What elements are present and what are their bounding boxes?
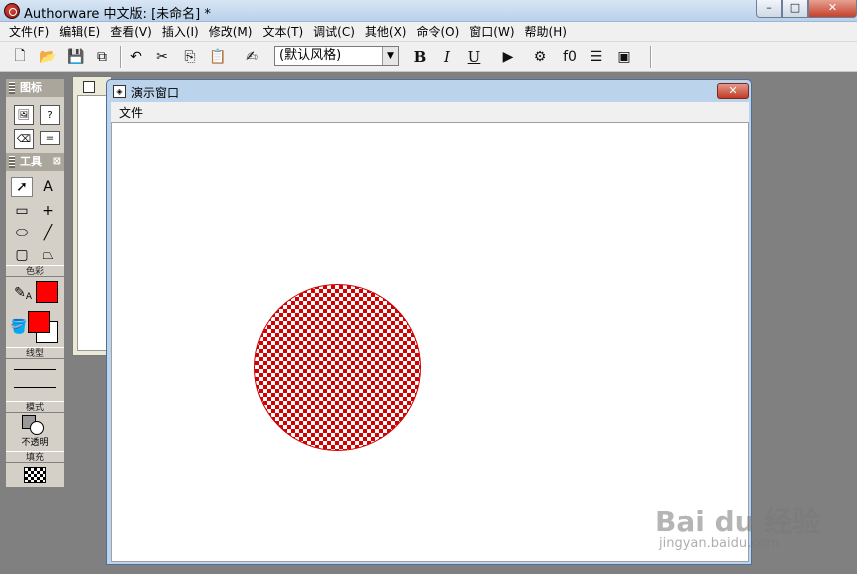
rectangle-tool-icon[interactable]: ▭ (11, 201, 33, 221)
run-icon[interactable]: ▶ (498, 47, 518, 67)
ellipse-tool-icon[interactable]: ⬭ (11, 223, 33, 243)
title-bar: Authorware 中文版: [未命名] * – □ ✕ (0, 0, 857, 22)
decision-icon[interactable]: ? (40, 105, 60, 125)
paste-icon[interactable]: 📋 (208, 47, 228, 67)
bold-button[interactable]: B (410, 47, 430, 67)
design-window-icon (83, 81, 95, 93)
text-tool-icon[interactable]: A (37, 177, 59, 197)
line-style-thin[interactable] (14, 369, 56, 370)
grip-icon[interactable] (9, 156, 15, 168)
watermark-brand: Bai du 经验 (655, 505, 821, 538)
style-select-value: (默认风格) (279, 48, 342, 63)
rounded-rectangle-tool-icon[interactable]: ▢ (11, 245, 33, 265)
icon-palette: 图标 🖼 ? ⌫ = 工具 ⊠ ➚ A ▭ + ⬭ ╱ ▢ ⏢ 色彩 ✎ A 🪣… (5, 78, 65, 488)
cross-line-tool-icon[interactable]: + (37, 201, 59, 221)
menu-other[interactable]: 其他(X) (360, 22, 412, 42)
colors-label: 色彩 (6, 265, 64, 277)
open-folder-icon[interactable]: 📂 (38, 47, 58, 67)
watermark-url: jingyan.baidu.com (659, 536, 779, 551)
tools-header-label: 工具 (20, 155, 42, 168)
paint-bucket-icon[interactable]: 🪣 (8, 317, 30, 337)
display-icon[interactable]: 🖼 (14, 105, 34, 125)
menu-edit[interactable]: 编辑(E) (54, 22, 105, 42)
presentation-menu-file[interactable]: 文件 (119, 104, 143, 121)
presentation-title: 演示窗口 (131, 86, 180, 100)
variables-icon[interactable]: ☰ (586, 47, 606, 67)
functions-icon[interactable]: f0 (560, 47, 580, 67)
knowledge-objects-icon[interactable]: ▣ (614, 47, 634, 67)
find-icon[interactable]: ✍ (242, 47, 262, 67)
erase-icon[interactable]: ⌫ (14, 129, 34, 149)
chevron-down-icon[interactable]: ▼ (382, 47, 398, 65)
menu-debug[interactable]: 调试(C) (308, 22, 360, 42)
line-tool-icon[interactable]: ╱ (37, 223, 59, 243)
line-color-swatch[interactable] (36, 281, 58, 303)
menu-text[interactable]: 文本(T) (257, 22, 308, 42)
menu-help[interactable]: 帮助(H) (520, 22, 572, 42)
polygon-tool-icon[interactable]: ⏢ (37, 245, 59, 265)
tools-header: 工具 ⊠ (6, 153, 64, 171)
copy-icon[interactable]: ⎘ (180, 47, 200, 67)
underline-button[interactable]: U (464, 47, 484, 67)
watermark: Bai du 经验 jingyan.baidu.com (655, 478, 855, 558)
app-logo-icon[interactable] (4, 3, 20, 19)
presentation-title-bar[interactable]: ◈ 演示窗口 ✕ (107, 80, 751, 102)
mode-value: 不透明 (21, 438, 49, 448)
palette-header-label: 图标 (20, 81, 42, 94)
window-title: Authorware 中文版: [未命名] * (24, 7, 211, 22)
presentation-window-icon: ◈ (113, 85, 126, 98)
calculation-icon[interactable]: = (40, 131, 60, 145)
menu-command[interactable]: 命令(O) (411, 22, 464, 42)
line-style-arrow[interactable] (14, 387, 56, 388)
menu-file[interactable]: 文件(F) (4, 22, 54, 42)
toolbar: 🗋 📂 💾 ⧉ ↶ ✂ ⎘ 📋 ✍ B I U ▶ ⚙ f0 ☰ ▣ (0, 42, 857, 72)
menu-modify[interactable]: 修改(M) (204, 22, 258, 42)
mode-label: 模式 (6, 401, 64, 413)
grip-icon[interactable] (9, 82, 15, 94)
new-file-icon[interactable]: 🗋 (10, 47, 30, 67)
mode-circle-icon[interactable] (30, 421, 44, 435)
pointer-tool-icon[interactable]: ➚ (11, 177, 33, 197)
presentation-canvas[interactable] (111, 122, 749, 562)
italic-button[interactable]: I (437, 47, 457, 67)
cut-icon[interactable]: ✂ (152, 47, 172, 67)
maximize-button[interactable]: □ (782, 0, 808, 18)
menu-window[interactable]: 窗口(W) (464, 22, 519, 42)
checkered-red-circle[interactable] (254, 284, 421, 451)
fill-foreground-swatch[interactable] (28, 311, 50, 333)
control-panel-icon[interactable]: ⚙ (530, 47, 550, 67)
menu-bar: 文件(F) 编辑(E) 查看(V) 插入(I) 修改(M) 文本(T) 调试(C… (0, 22, 857, 42)
presentation-close-button[interactable]: ✕ (717, 83, 749, 99)
close-icon[interactable]: ⊠ (53, 153, 61, 171)
style-select[interactable]: (默认风格) ▼ (274, 46, 399, 66)
import-icon[interactable]: ⧉ (92, 47, 112, 67)
menu-view[interactable]: 查看(V) (105, 22, 157, 42)
palette-header: 图标 (6, 79, 64, 97)
toolbar-separator (650, 46, 652, 68)
undo-icon[interactable]: ↶ (126, 47, 146, 67)
menu-insert[interactable]: 插入(I) (157, 22, 204, 42)
fill-pattern-swatch[interactable] (24, 467, 46, 483)
linetype-label: 线型 (6, 347, 64, 359)
toolbar-separator (120, 46, 122, 68)
presentation-menu-bar: 文件 (111, 102, 749, 122)
save-all-icon[interactable]: 💾 (66, 47, 86, 67)
fill-label: 填充 (6, 451, 64, 463)
minimize-button[interactable]: – (756, 0, 782, 18)
close-button[interactable]: ✕ (808, 0, 857, 18)
